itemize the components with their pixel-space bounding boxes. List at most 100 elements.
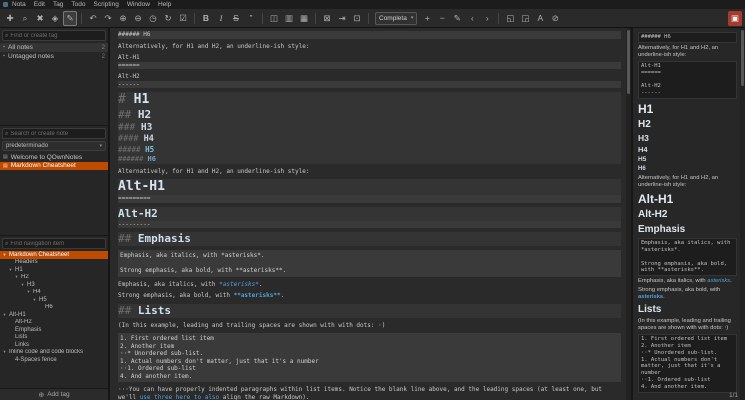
unlock-note-icon[interactable]: ⊡ — [350, 11, 364, 26]
lock-note-icon[interactable]: ⊠ — [320, 11, 334, 26]
bold-icon[interactable]: B — [199, 11, 213, 26]
menu-help[interactable]: Help — [158, 1, 171, 8]
markdown-hash-prefix: ## — [118, 303, 138, 317]
font-decrease-icon[interactable]: − — [435, 11, 449, 26]
nav-item[interactable]: Links — [0, 341, 108, 349]
menu-todo[interactable]: Todo — [71, 1, 85, 8]
navigation-search-input[interactable] — [10, 240, 103, 247]
tag-search-input[interactable] — [10, 32, 103, 39]
jump-to-note-icon[interactable]: ⇥ — [335, 11, 349, 26]
markdown-hash-prefix: ## — [118, 232, 138, 245]
tag-note-icon[interactable]: ◈ — [48, 11, 62, 26]
editor-line: Alternatively, for H1 and H2, an underli… — [118, 42, 310, 50]
search-icon: ⌕ — [5, 130, 9, 137]
editor-heading: ###### H6 — [118, 154, 621, 164]
code-line: ###### H6 — [641, 34, 671, 40]
menu-edit[interactable]: Edit — [34, 1, 45, 8]
nav-item[interactable]: ▾ H3 — [0, 281, 108, 289]
rename-note-icon[interactable]: ✎ — [450, 11, 464, 26]
nav-label: 4-Spaces fence — [15, 356, 57, 363]
toolbar-separator — [498, 12, 500, 24]
zoom-in-icon[interactable]: ⊕ — [116, 11, 130, 26]
note-folder-select[interactable]: predeterminado ▾ — [2, 141, 106, 151]
nav-item[interactable]: ▾ Markdown Cheatsheet — [0, 251, 108, 259]
refresh-icon[interactable]: ↻ — [161, 11, 175, 26]
preview-heading: H3 — [638, 132, 649, 143]
todo-icon[interactable]: ☑ — [176, 11, 190, 26]
fullscreen-icon[interactable]: ◲ — [518, 11, 532, 26]
insert-table-icon[interactable]: ▦ — [297, 11, 311, 26]
recently-edited-icon[interactable]: ◷ — [146, 11, 160, 26]
markdown-hash-prefix: #### — [118, 134, 144, 144]
workspace-select[interactable]: Completa ▾ — [375, 11, 418, 25]
undo-icon[interactable]: ↶ — [86, 11, 100, 26]
preview-scrollbar-thumb[interactable] — [741, 30, 744, 86]
nav-item[interactable]: 4-Spaces fence — [0, 356, 108, 364]
nav-item[interactable]: Alt-H2 — [0, 319, 108, 327]
note-item[interactable]: ▤ Markdown Cheatsheet — [0, 161, 108, 170]
nav-label: Alt-H2 — [15, 319, 32, 326]
find-note-icon[interactable]: ⌕ — [18, 11, 32, 26]
preview-scrollbar[interactable] — [740, 28, 745, 400]
insert-link-icon[interactable]: ◫ — [267, 11, 281, 26]
nav-item[interactable]: ▾ Inline code and code blocks — [0, 349, 108, 357]
blockquote-icon[interactable]: ” — [244, 11, 258, 26]
remove-note-icon[interactable]: ✖ — [33, 11, 47, 26]
typography-icon[interactable]: A — [533, 11, 547, 26]
note-search-input[interactable] — [10, 130, 103, 137]
nav-item[interactable]: ▾ H5 — [0, 296, 108, 304]
tag-item[interactable]: ⬩ Untagged notes 2 — [0, 52, 108, 61]
note-item[interactable]: ▤ Welcome to QOwnNotes — [0, 153, 108, 162]
nav-item[interactable]: Lists — [0, 334, 108, 342]
maximize-editor-icon[interactable]: ◱ — [503, 11, 517, 26]
tag-count: 2 — [101, 44, 105, 51]
redo-icon[interactable]: ↷ — [101, 11, 115, 26]
editor-scrollbar-thumb[interactable] — [627, 30, 630, 94]
note-panel: ⌕ predeterminado ▾ ▤Welcome to QOwnNotes… — [0, 125, 108, 235]
nav-item[interactable]: ▾ H1 — [0, 266, 108, 274]
preview-code-block: 1. First ordered list item 2. Another ite… — [638, 334, 737, 393]
nav-forward-icon[interactable]: › — [480, 11, 494, 26]
nav-item[interactable]: H6 — [0, 304, 108, 312]
editor-line: Alt-H2 — [118, 73, 140, 80]
menu-scripting[interactable]: Scripting — [94, 1, 119, 8]
new-note-icon[interactable]: ✚ — [3, 11, 17, 26]
editor-code-block: 1. First ordered list item 2. Another ite… — [118, 333, 621, 382]
add-tag-button[interactable]: ⊕ Add tag — [0, 388, 108, 400]
nav-back-icon[interactable]: ‹ — [465, 11, 479, 26]
insert-image-icon[interactable]: ▥ — [282, 11, 296, 26]
nav-item[interactable]: ▾ H2 — [0, 274, 108, 282]
markdown-hash-prefix: ###### — [118, 154, 148, 163]
navigation-panel: ⌕ ▾Markdown CheatsheetHeaders▾H1▾H2▾H3▾H… — [0, 235, 108, 388]
note-folder-label: predeterminado — [6, 143, 49, 149]
editor-line: Emphasis, aka italics, with *asterisks*. — [118, 281, 621, 289]
clear-format-icon[interactable]: ⊘ — [548, 11, 562, 26]
nav-item[interactable]: ▾ Alt-H1 — [0, 311, 108, 319]
italic-icon[interactable]: I — [214, 11, 228, 26]
log-panel-icon[interactable]: ▣ — [728, 10, 742, 26]
font-increase-icon[interactable]: + — [420, 11, 434, 26]
text-segment: **asterisks** — [233, 292, 281, 299]
text-segment: . — [730, 278, 732, 285]
tag-count: 2 — [101, 53, 105, 60]
editor-line: --------- — [118, 220, 621, 228]
nav-item[interactable]: Emphasis — [0, 326, 108, 334]
menu-nota[interactable]: Nota — [12, 1, 26, 8]
menu-window[interactable]: Window — [127, 1, 150, 8]
code-line: 1. First ordered list item — [641, 336, 728, 343]
nav-item[interactable]: Headers — [0, 259, 108, 267]
nav-item[interactable]: ▾ H4 — [0, 289, 108, 297]
markdown-editor[interactable]: ###### H6 Alternatively, for H1 and H2, a… — [110, 28, 631, 400]
preview-paragraph: Alternatively, for H1 and H2, an underli… — [638, 44, 719, 58]
tag-item[interactable]: ⬩ All notes 2 — [0, 43, 108, 52]
workspace-label: Completa — [379, 14, 407, 22]
nav-label: H5 — [39, 296, 47, 303]
code-line: ⋅⋅1. Ordered sub-list — [120, 365, 196, 372]
zoom-out-icon[interactable]: ⊖ — [131, 11, 145, 26]
preview-heading: H2 — [638, 118, 651, 130]
edit-mode-icon[interactable]: ✎ — [63, 10, 77, 26]
menu-tag[interactable]: Tag — [53, 1, 63, 8]
chevron-down-icon: ▾ — [410, 15, 414, 21]
strikethrough-icon[interactable]: S — [229, 11, 243, 26]
editor-heading: ## H2 — [118, 108, 621, 122]
